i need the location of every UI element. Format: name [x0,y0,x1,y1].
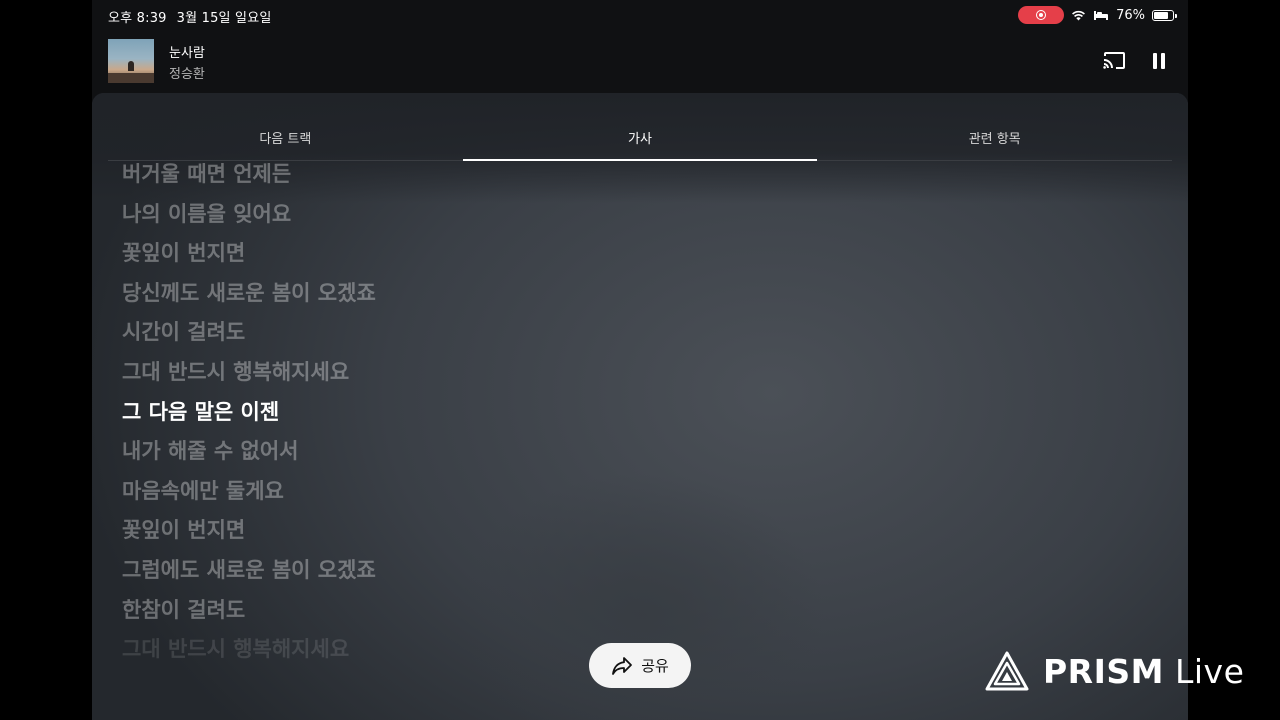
share-button[interactable]: 공유 [589,643,691,688]
battery-icon [1152,9,1177,21]
prism-live-watermark: PRISM Live [985,651,1244,691]
lyrics-sheet[interactable]: 다음 트랙 가사 관련 항목 버거울 때면 언제든 나의 이름을 잊어요 꽃잎이 번… [92,93,1188,720]
track-artist: 정승환 [169,67,205,82]
screen-recording-indicator[interactable] [1018,6,1065,24]
status-left: 오후 8:39 3월 15일 일요일 [108,7,272,26]
pause-button[interactable] [1148,50,1170,72]
lyric-line[interactable]: 그대 반드시 행복해지세요 [122,630,822,670]
mini-player[interactable]: 눈사람 정승환 [92,30,1188,92]
tab-related[interactable]: 관련 항목 [817,115,1172,160]
cast-button[interactable] [1102,50,1126,72]
status-time: 오후 8:39 [108,11,167,26]
status-date: 3월 15일 일요일 [176,11,272,26]
share-icon [612,656,633,675]
battery-fill [1154,11,1168,19]
prism-logo-icon [985,651,1029,691]
record-icon [1036,10,1047,20]
lyric-line[interactable]: 나의 이름을 잊어요 [122,195,822,235]
lyric-line[interactable]: 마음속에만 둘게요 [122,472,822,512]
pause-icon [1153,53,1165,69]
lyric-line[interactable]: 시간이 걸려도 [122,313,822,353]
lyrics-list[interactable]: 버거울 때면 언제든 나의 이름을 잊어요 꽃잎이 번지면 당신께도 새로운 봄이 오… [122,155,822,670]
cast-icon [1103,52,1125,69]
lyric-line[interactable]: 꽃잎이 번지면 [122,511,822,551]
watermark-brand: PRISM [1043,651,1164,691]
album-art[interactable] [108,39,154,83]
album-art-ground [108,73,154,83]
tab-bar: 다음 트랙 가사 관련 항목 [108,115,1172,161]
album-art-figure [128,61,134,71]
status-bar: 오후 8:39 3월 15일 일요일 76% [92,0,1188,30]
watermark-text: PRISM Live [1043,652,1244,691]
lyric-line[interactable]: 내가 해줄 수 없어서 [122,432,822,472]
lyric-line[interactable]: 당신께도 새로운 봄이 오겠죠 [122,274,822,314]
status-right: 76% [1018,6,1177,24]
tab-up-next[interactable]: 다음 트랙 [108,115,463,160]
watermark-suffix: Live [1174,651,1245,691]
battery-percent: 76% [1116,7,1145,23]
tab-lyrics[interactable]: 가사 [462,115,818,161]
lyric-line[interactable]: 그럼에도 새로운 봄이 오겠죠 [122,551,822,591]
track-title: 눈사람 [169,46,205,61]
share-label: 공유 [641,657,669,675]
lyric-line[interactable]: 그대 반드시 행복해지세요 [122,353,822,393]
wifi-icon [1072,10,1086,21]
bed-icon [1094,11,1109,20]
lyric-line-current[interactable]: 그 다음 말은 이젠 [122,393,822,433]
lyric-line[interactable]: 한참이 걸려도 [122,591,822,631]
lyric-line[interactable]: 꽃잎이 번지면 [122,234,822,274]
app-screen: 오후 8:39 3월 15일 일요일 76% 눈사람 정승환 다음 트랙 가사 … [92,0,1188,720]
